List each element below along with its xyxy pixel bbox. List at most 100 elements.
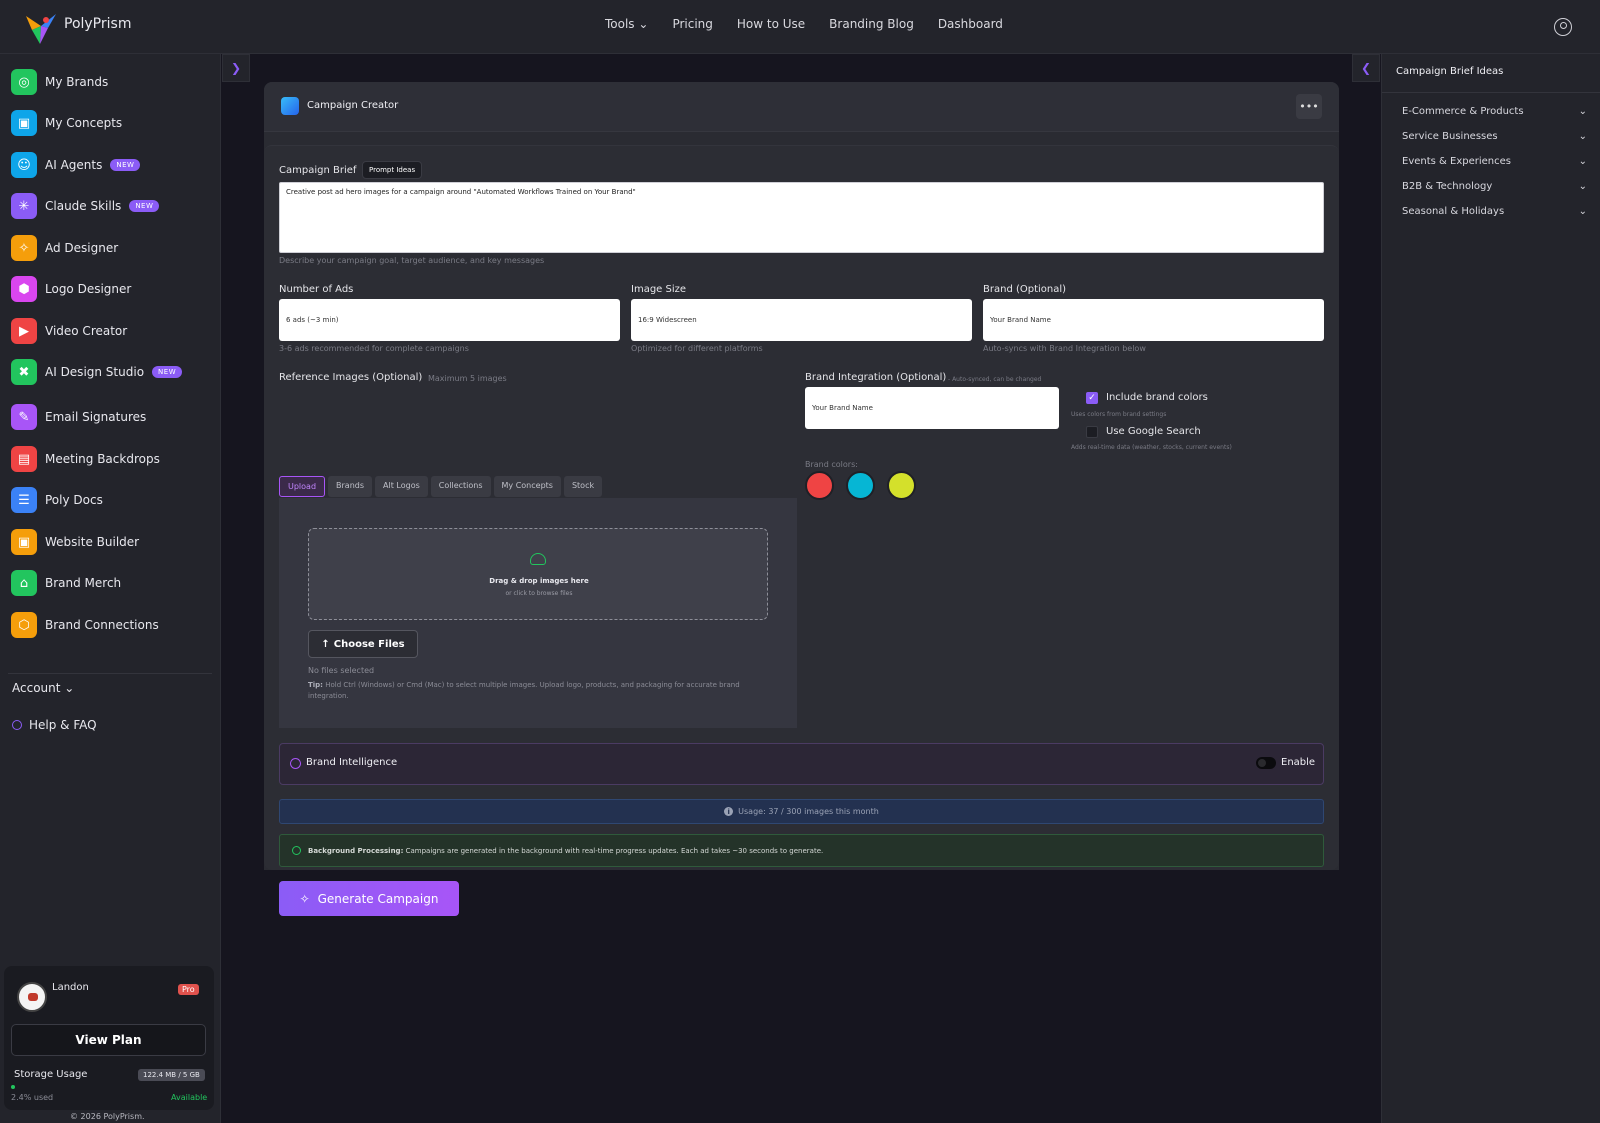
choose-files-button[interactable]: ↑ Choose Files: [308, 630, 418, 658]
tip-label: Tip:: [308, 681, 323, 689]
chevron-right-icon: ❯: [230, 61, 242, 75]
tab-alt-logos[interactable]: Alt Logos: [375, 476, 428, 497]
google-search-label: Use Google Search: [1106, 426, 1201, 437]
sidebar-item-label: Ad Designer: [45, 241, 119, 255]
connections-icon: ⬡: [11, 612, 37, 638]
sidebar-item-brand-connections[interactable]: ⬡ Brand Connections: [11, 612, 159, 638]
usage-banner: i Usage: 37 / 300 images this month: [279, 799, 1324, 824]
reference-images-label: Reference Images (Optional): [279, 372, 423, 383]
nav-branding-blog[interactable]: Branding Blog: [829, 17, 914, 31]
brand-select[interactable]: Your Brand Name: [983, 299, 1324, 341]
sidebar-item-website-builder[interactable]: ▣ Website Builder: [11, 529, 139, 555]
campaign-brief-ideas-title: Campaign Brief Ideas: [1396, 66, 1504, 77]
sidebar-item-meeting-backdrops[interactable]: ▤ Meeting Backdrops: [11, 446, 160, 472]
brief-category-seasonal-holidays[interactable]: Seasonal & Holidays ⌄: [1402, 206, 1587, 217]
image-dropzone[interactable]: Drag & drop images here or click to brow…: [308, 528, 768, 620]
sidebar-item-logo-designer[interactable]: ⬢ Logo Designer: [11, 276, 131, 302]
app-name[interactable]: PolyPrism: [64, 16, 131, 32]
fingerprint-icon: ◎: [11, 69, 37, 95]
upload-area: Drag & drop images here or click to brow…: [279, 498, 797, 728]
sidebar-item-ai-agents[interactable]: ☺ AI Agents NEW: [11, 152, 141, 178]
sidebar-divider: [8, 673, 212, 674]
top-navbar: PolyPrism Tools ⌄ Pricing How to Use Bra…: [0, 0, 1600, 54]
storage-usage-label: Storage Usage: [14, 1069, 88, 1080]
sidebar-item-claude-skills[interactable]: ✳ Claude Skills NEW: [11, 193, 160, 219]
image-size-label: Image Size: [631, 284, 687, 295]
brand-color-swatch[interactable]: [805, 471, 834, 500]
image-size-select[interactable]: 16:9 Widescreen: [631, 299, 972, 341]
prompt-ideas-button[interactable]: Prompt Ideas: [362, 161, 423, 179]
help-icon: [12, 720, 22, 730]
right-sidebar: Campaign Brief Ideas E-Commerce & Produc…: [1381, 54, 1600, 1123]
tab-brands[interactable]: Brands: [328, 476, 373, 497]
chevron-down-icon: ⌄: [1578, 181, 1587, 192]
brand-intelligence-box: Brand Intelligence Enable: [279, 743, 1324, 785]
avatar[interactable]: [17, 982, 47, 1012]
tab-collections[interactable]: Collections: [430, 476, 491, 497]
brief-category-service-businesses[interactable]: Service Businesses ⌄: [1402, 131, 1587, 142]
chevron-left-icon: ❮: [1360, 61, 1372, 75]
dropzone-title: Drag & drop images here: [489, 577, 589, 585]
user-account-icon[interactable]: [1554, 18, 1572, 36]
sidebar-item-my-concepts[interactable]: ▣ My Concepts: [11, 110, 122, 136]
nav-tools[interactable]: Tools ⌄: [605, 17, 648, 31]
expand-sidebar-button[interactable]: ❯: [222, 54, 250, 82]
brand-color-swatch[interactable]: [846, 471, 875, 500]
brand-intelligence-enable-label: Enable: [1281, 757, 1316, 768]
sidebar-item-my-brands[interactable]: ◎ My Brands: [11, 69, 108, 95]
brief-category-events-experiences[interactable]: Events & Experiences ⌄: [1402, 156, 1587, 167]
sidebar-item-ai-design-studio[interactable]: ✖ AI Design Studio NEW: [11, 359, 183, 385]
brand-integration-select[interactable]: Your Brand Name: [805, 387, 1059, 429]
tab-stock[interactable]: Stock: [563, 476, 603, 497]
sidebar-item-label: Logo Designer: [45, 282, 132, 296]
sidebar-item-label: Email Signatures: [45, 410, 147, 424]
user-name: Landon: [52, 982, 89, 993]
generate-campaign-button[interactable]: ✧ Generate Campaign: [279, 881, 459, 916]
collapse-right-panel-button[interactable]: ❮: [1352, 54, 1380, 82]
video-icon: ▶: [11, 318, 37, 344]
brand-colors-label: Brand colors:: [805, 460, 858, 469]
info-icon: i: [724, 807, 734, 816]
signature-icon: ✎: [11, 404, 37, 430]
nav-dashboard[interactable]: Dashboard: [938, 17, 1003, 31]
include-brand-colors-checkbox[interactable]: ✓: [1086, 392, 1098, 404]
google-search-checkbox[interactable]: [1086, 426, 1098, 438]
no-files-text: No files selected: [308, 666, 375, 675]
more-options-button[interactable]: •••: [1296, 94, 1322, 119]
sparkle-icon: ✳: [11, 193, 37, 219]
sidebar-item-ad-designer[interactable]: ✧ Ad Designer: [11, 235, 118, 261]
brand-label: Brand (Optional): [983, 284, 1067, 295]
view-plan-button[interactable]: View Plan: [11, 1024, 206, 1056]
sidebar-item-label: Meeting Backdrops: [45, 452, 160, 466]
design-studio-icon: ✖: [11, 359, 37, 385]
campaign-form: Campaign Brief Prompt Ideas Creative pos…: [264, 145, 1339, 916]
nav-how-to-use[interactable]: How to Use: [737, 17, 805, 31]
storage-usage-value: 122.4 MB / 5 GB: [138, 1069, 205, 1081]
docs-icon: ☰: [11, 487, 37, 513]
sidebar-item-video-creator[interactable]: ▶ Video Creator: [11, 318, 127, 344]
tab-my-concepts[interactable]: My Concepts: [493, 476, 561, 497]
sidebar-item-label: My Brands: [45, 75, 109, 89]
upload-arrow-icon: ↑: [321, 638, 330, 650]
right-sidebar-divider: [1382, 92, 1600, 93]
polyprism-logo-icon[interactable]: [22, 8, 60, 46]
wand-icon: ✧: [11, 235, 37, 261]
sidebar-item-label: AI Agents: [45, 158, 103, 172]
nav-pricing[interactable]: Pricing: [672, 17, 712, 31]
background-processing-banner: Background Processing: Campaigns are gen…: [279, 834, 1324, 867]
sidebar-item-brand-merch[interactable]: ⌂ Brand Merch: [11, 570, 121, 596]
account-menu[interactable]: Account ⌄: [12, 681, 74, 695]
campaign-brief-textarea[interactable]: Creative post ad hero images for a campa…: [279, 182, 1324, 253]
number-of-ads-select[interactable]: 6 ads (~3 min): [279, 299, 620, 341]
brief-category-b2b-technology[interactable]: B2B & Technology ⌄: [1402, 181, 1587, 192]
sidebar-item-email-signatures[interactable]: ✎ Email Signatures: [11, 404, 146, 430]
help-faq-link[interactable]: Help & FAQ: [12, 718, 97, 732]
sidebar-item-poly-docs[interactable]: ☰ Poly Docs: [11, 487, 103, 513]
brand-color-swatch[interactable]: [887, 471, 916, 500]
brain-icon: [290, 758, 301, 769]
brief-category-e-commerce-products[interactable]: E-Commerce & Products ⌄: [1402, 106, 1587, 117]
brand-intelligence-toggle[interactable]: [1256, 757, 1276, 769]
number-of-ads-label: Number of Ads: [279, 284, 354, 295]
backdrop-icon: ▤: [11, 446, 37, 472]
tab-upload[interactable]: Upload: [279, 476, 326, 497]
